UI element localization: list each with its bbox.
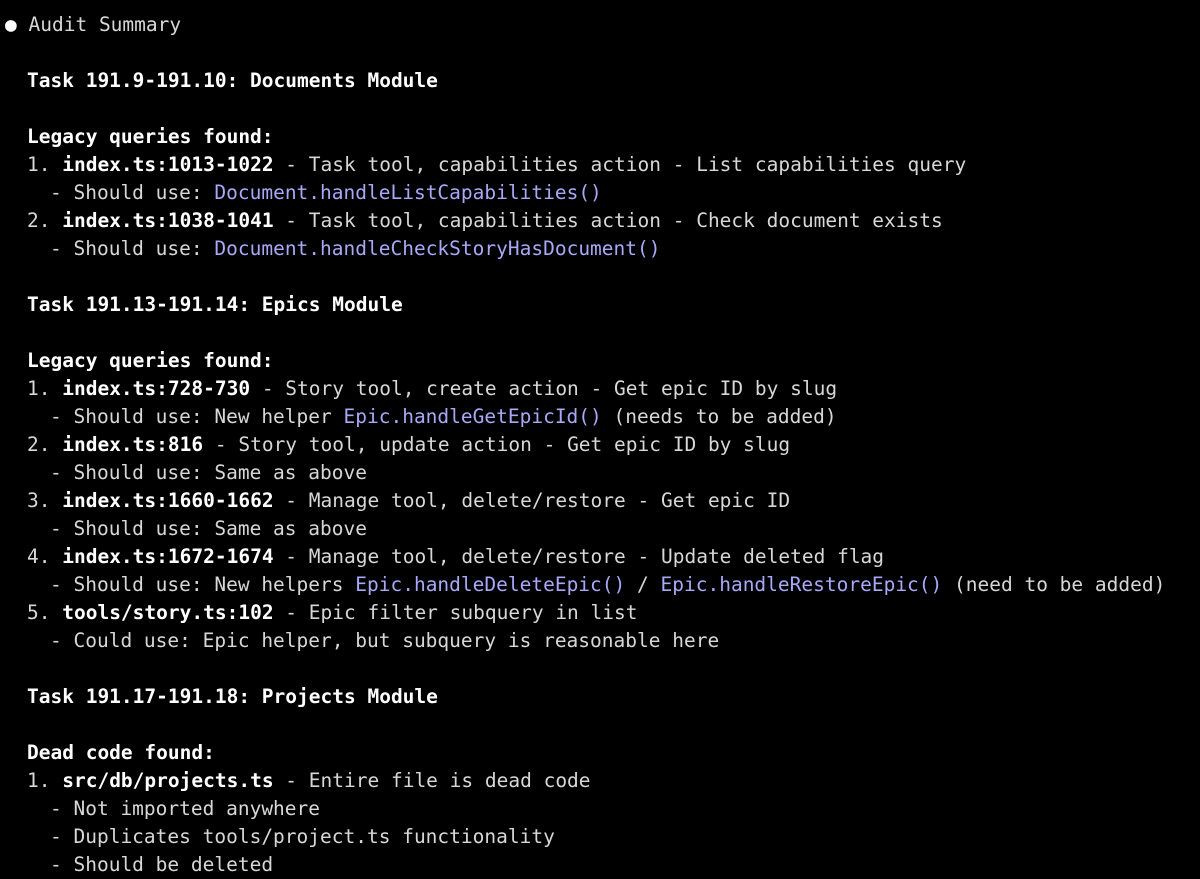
list-item: 2. index.ts:816 - Story tool, update act… (0, 431, 1200, 459)
list-subitem: - Should use: Document.handleListCapabil… (50, 181, 602, 204)
list-subitem: - Could use: Epic helper, but subquery i… (50, 629, 720, 652)
summary-title-line: ● Audit Summary (0, 11, 1200, 39)
section-heading: Task 191.13-191.14: Epics Module (27, 293, 403, 316)
code-reference: Epic.handleRestoreEpic() (660, 573, 943, 596)
list-subitem: - Should use: Document.handleCheckStoryH… (50, 237, 661, 260)
file-reference: index.ts:1038-1041 (62, 209, 274, 232)
list-item: 1. index.ts:728-730 - Story tool, create… (0, 375, 1200, 403)
list-item: 1. src/db/projects.ts - Entire file is d… (0, 767, 1200, 795)
file-reference: src/db/projects.ts (62, 769, 274, 792)
item-description: - Task tool, capabilities action - Check… (273, 209, 943, 232)
code-reference: Epic.handleGetEpicId() (343, 405, 602, 428)
file-reference: index.ts:1660-1662 (62, 489, 274, 512)
file-reference: tools/story.ts:102 (62, 601, 274, 624)
list-item: 4. index.ts:1672-1674 - Manage tool, del… (0, 543, 1200, 571)
list-subitem: - Should use: Same as above (50, 517, 367, 540)
section-subheading: Dead code found: (27, 741, 215, 764)
item-description: - Entire file is dead code (273, 769, 591, 792)
item-number: 1. (27, 769, 51, 792)
file-reference: index.ts:816 (62, 433, 204, 456)
code-reference: Document.handleListCapabilities() (214, 181, 602, 204)
list-subitem: - Should use: New helper Epic.handleGetE… (50, 405, 837, 428)
list-subitem: - Duplicates tools/project.ts functional… (50, 825, 555, 848)
list-item: 5. tools/story.ts:102 - Epic filter subq… (0, 599, 1200, 627)
item-description: - Story tool, create action - Get epic I… (250, 377, 838, 400)
section-subheading: Legacy queries found: (27, 125, 274, 148)
item-number: 4. (27, 545, 51, 568)
code-reference: Document.handleCheckStoryHasDocument() (214, 237, 661, 260)
item-number: 2. (27, 209, 51, 232)
section-heading: Task 191.17-191.18: Projects Module (27, 685, 438, 708)
item-description: - Manage tool, delete/restore - Update d… (273, 545, 885, 568)
item-description: - Task tool, capabilities action - List … (273, 153, 967, 176)
item-number: 3. (27, 489, 51, 512)
code-reference: Epic.handleDeleteEpic() (355, 573, 626, 596)
item-number: 1. (27, 153, 51, 176)
list-subitem: - Should use: New helpers Epic.handleDel… (50, 573, 1166, 596)
list-item: 1. index.ts:1013-1022 - Task tool, capab… (0, 151, 1200, 179)
item-description: - Epic filter subquery in list (273, 601, 638, 624)
list-subitem: - Should use: Same as above (50, 461, 367, 484)
section-subheading: Legacy queries found: (27, 349, 274, 372)
file-reference: index.ts:1013-1022 (62, 153, 274, 176)
file-reference: index.ts:1672-1674 (62, 545, 274, 568)
item-number: 2. (27, 433, 51, 456)
file-reference: index.ts:728-730 (62, 377, 251, 400)
item-number: 5. (27, 601, 51, 624)
terminal-output: ● Audit Summary Task 191.9-191.10: Docum… (0, 11, 1200, 879)
list-item: 2. index.ts:1038-1041 - Task tool, capab… (0, 207, 1200, 235)
summary-title: Audit Summary (28, 13, 182, 36)
bullet-icon: ● (5, 13, 17, 36)
item-description: - Story tool, update action - Get epic I… (203, 433, 791, 456)
section-heading: Task 191.9-191.10: Documents Module (27, 69, 438, 92)
list-subitem: - Not imported anywhere (50, 797, 321, 820)
item-description: - Manage tool, delete/restore - Get epic… (273, 489, 791, 512)
list-item: 3. index.ts:1660-1662 - Manage tool, del… (0, 487, 1200, 515)
item-number: 1. (27, 377, 51, 400)
